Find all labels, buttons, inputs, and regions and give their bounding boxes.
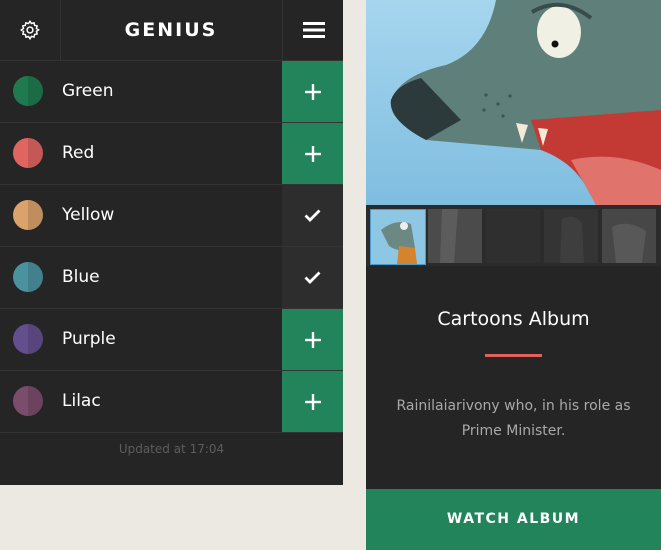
album-description: Rainilaiarivony who, in his role as Prim…	[396, 398, 631, 439]
color-swatch	[13, 138, 43, 168]
thumbnail-3[interactable]	[486, 209, 540, 263]
plus-icon	[304, 393, 321, 410]
plus-icon	[304, 331, 321, 348]
list-item-yellow[interactable]: Yellow	[0, 185, 343, 247]
thumbnail-1[interactable]	[370, 209, 426, 265]
title-divider	[485, 354, 542, 357]
color-swatch	[13, 386, 43, 416]
color-list-panel: GENIUS Green Red Yellow Blue Purple Lila…	[0, 0, 343, 485]
list-item-label: Blue	[62, 267, 100, 287]
list-item-purple[interactable]: Purple	[0, 309, 343, 371]
checked-toggle[interactable]	[282, 247, 343, 308]
settings-button[interactable]	[0, 0, 61, 60]
add-button[interactable]	[282, 61, 343, 122]
checkmark-icon	[304, 271, 321, 284]
list-item-green[interactable]: Green	[0, 61, 343, 123]
menu-button[interactable]	[282, 0, 344, 60]
thumbnail-dark-image	[428, 209, 482, 263]
checkmark-icon	[304, 209, 321, 222]
gear-icon	[19, 19, 40, 41]
add-button[interactable]	[282, 123, 343, 184]
thumbnail-strip	[366, 205, 661, 266]
list-item-label: Lilac	[62, 391, 101, 411]
updated-timestamp: Updated at 17:04	[118, 442, 225, 456]
top-bar: GENIUS	[0, 0, 343, 61]
cartoon-wolf-illustration	[366, 0, 661, 205]
color-list: Green Red Yellow Blue Purple Lilac	[0, 61, 343, 433]
thumbnail-dark-image	[602, 209, 656, 263]
album-cover-image[interactable]	[366, 0, 661, 205]
thumbnail-wolf-image	[371, 210, 425, 264]
add-button[interactable]	[282, 309, 343, 370]
color-swatch	[13, 200, 43, 230]
list-item-lilac[interactable]: Lilac	[0, 371, 343, 433]
thumbnail-2[interactable]	[428, 209, 482, 263]
list-item-label: Purple	[62, 329, 116, 349]
thumbnail-4[interactable]	[544, 209, 598, 263]
hamburger-menu-icon	[302, 22, 325, 38]
thumbnail-dark-image	[486, 209, 540, 263]
album-title: Cartoons Album	[437, 308, 590, 330]
list-item-blue[interactable]: Blue	[0, 247, 343, 309]
album-card: Cartoons Album Rainilaiarivony who, in h…	[366, 0, 661, 550]
thumbnail-dark-image	[544, 209, 598, 263]
thumbnail-5[interactable]	[602, 209, 656, 263]
list-item-label: Yellow	[62, 205, 115, 225]
color-swatch	[13, 324, 43, 354]
color-swatch	[13, 262, 43, 292]
list-item-red[interactable]: Red	[0, 123, 343, 185]
plus-icon	[304, 83, 321, 100]
list-item-label: Green	[62, 81, 114, 101]
checked-toggle[interactable]	[282, 185, 343, 246]
color-swatch	[13, 76, 43, 106]
watch-album-button[interactable]: WATCH ALBUM	[366, 489, 661, 550]
add-button[interactable]	[282, 371, 343, 432]
plus-icon	[304, 145, 321, 162]
app-title: GENIUS	[124, 19, 218, 41]
list-item-label: Red	[62, 143, 95, 163]
